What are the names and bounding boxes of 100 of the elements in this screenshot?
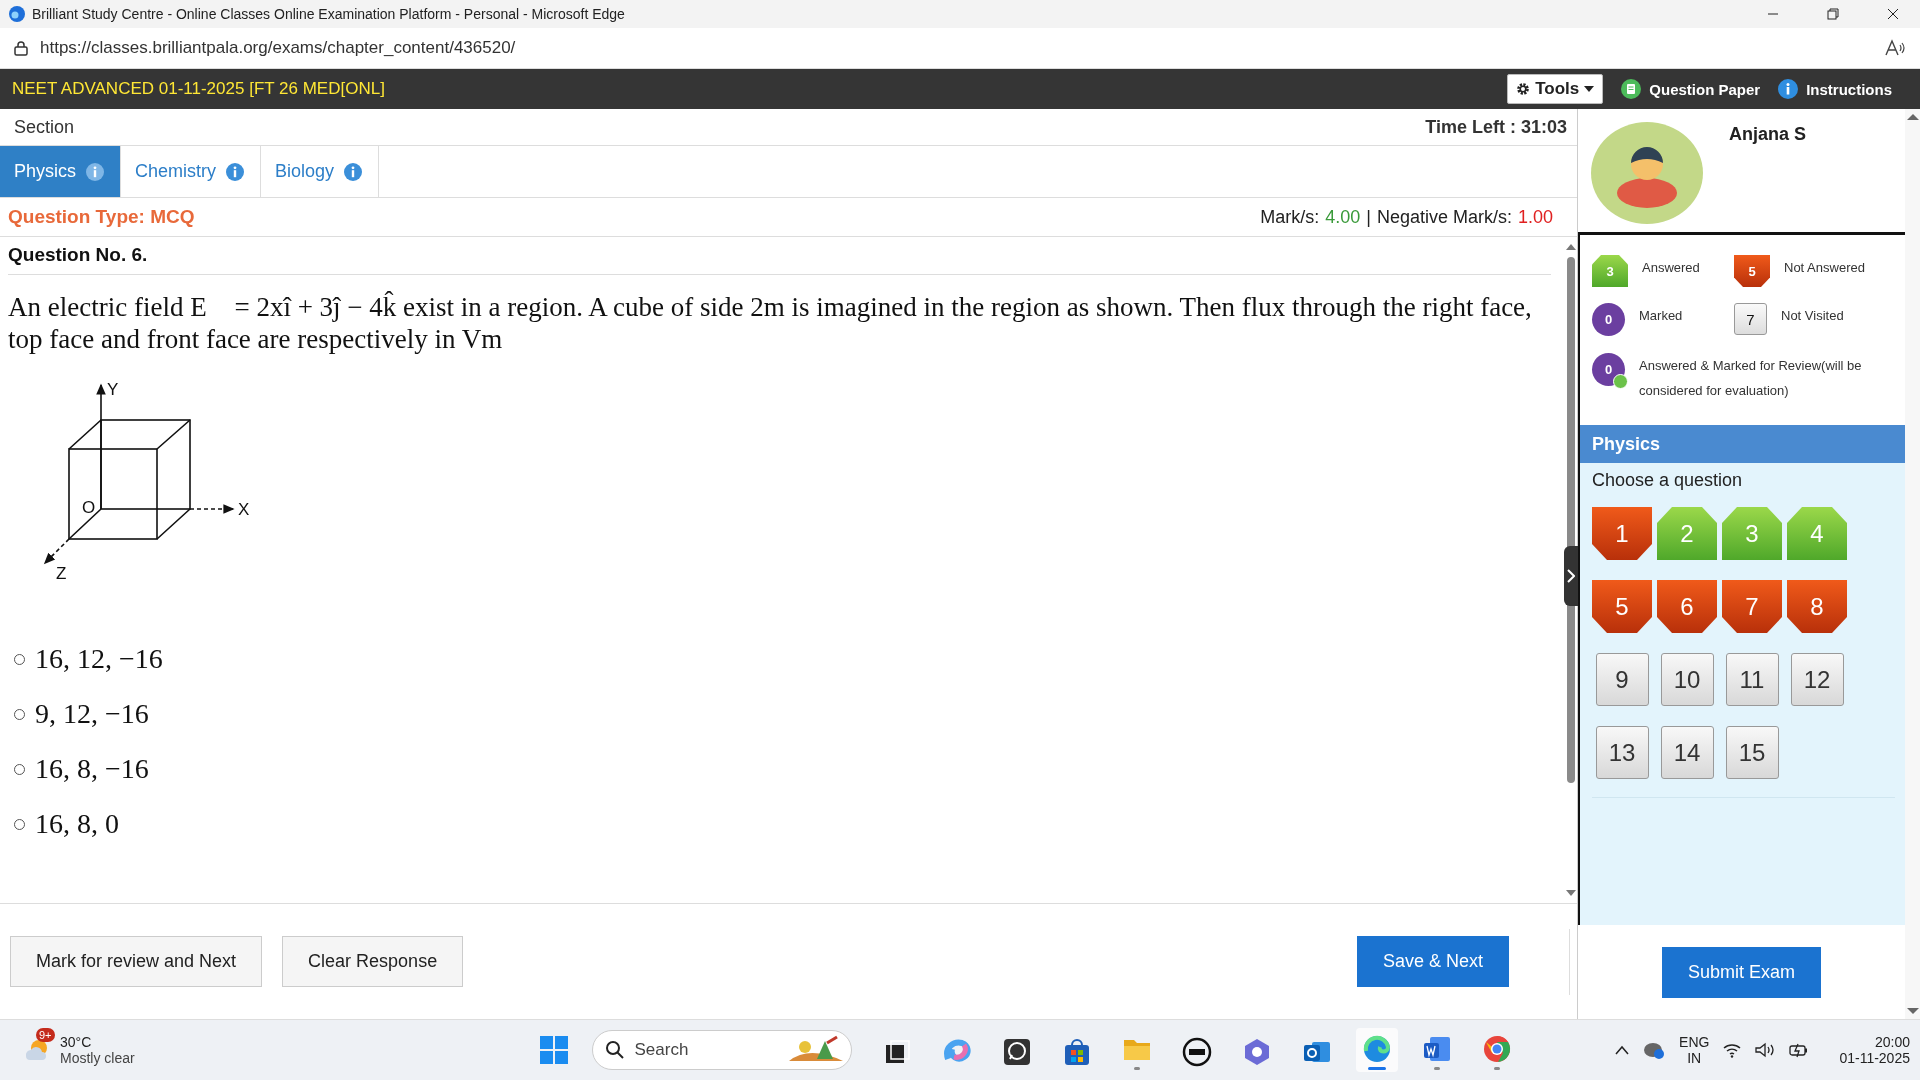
running-indicator [1367,1067,1386,1070]
browser-logo-icon [8,5,26,23]
network-badge-icon [1643,1040,1666,1060]
option-text[interactable]: 16, 8, 0 [35,808,119,840]
review-icon [1613,373,1628,389]
info-icon [226,162,245,181]
document-icon [1621,79,1642,99]
running-indicator [1493,1067,1500,1070]
temperature-text: 30°C [60,1034,93,1050]
instructions-link[interactable]: Instructions [1778,79,1892,99]
radio-button[interactable] [14,818,25,830]
question-button[interactable]: 15 [1725,726,1779,779]
browser-logo-icon [1361,1034,1392,1064]
running-indicator [1133,1067,1140,1070]
window-title: Brilliant Study Centre - Online Classes Online Examination Platform - Personal - Microsoft Edge [32,6,626,22]
question-button[interactable]: 6 [1657,580,1717,633]
question-button[interactable]: 1 [1592,507,1652,560]
question-button[interactable]: 14 [1660,726,1714,779]
info-icon [1778,79,1799,99]
question-button[interactable]: 12 [1790,653,1844,706]
legend-label: Marked [1639,307,1683,326]
radio-button[interactable] [14,708,25,720]
start-icon[interactable] [539,1036,568,1064]
lock-icon [14,40,28,56]
submit-exam-button[interactable]: Submit Exam [1661,946,1821,998]
palette-section-title: Physics [1578,425,1905,463]
running-indicator [1433,1067,1440,1070]
battery-icon [1789,1042,1810,1058]
action-button[interactable]: Clear Response [282,936,464,987]
legend-label: Not Visited [1781,307,1844,326]
legend-label: Answered [1642,259,1700,277]
candidate-name: Anjana S [1729,124,1807,145]
marks-label: Mark/s: [1260,206,1320,228]
negative-marks-label: Negative Mark/s: [1376,206,1512,228]
legend-label: Answered & Marked for Review(will be considered for evaluation) [1639,356,1863,400]
question-type: Question Type: MCQ [8,206,195,228]
marks-value: 4.00 [1325,206,1361,228]
time-text: 20:00 [1874,1034,1910,1050]
option-text[interactable]: 16, 12, −16 [35,643,163,675]
caret-icon [1584,86,1595,92]
option-text[interactable]: 9, 12, −16 [35,698,149,730]
chat-bubble-icon [1001,1037,1032,1067]
collapse-handle[interactable] [1564,546,1578,606]
axis-label: Z [56,564,67,583]
scroll-up-icon [1566,243,1576,251]
tools-button[interactable]: Tools [1507,74,1604,104]
region-text: IN [1687,1050,1702,1066]
chevron-up-icon [1615,1045,1630,1055]
read-aloud-icon[interactable] [1884,39,1906,57]
question-paper-link[interactable]: Question Paper [1621,79,1761,99]
question-button[interactable]: 13 [1595,726,1649,779]
section-tab[interactable]: Physics [0,146,121,197]
question-button[interactable]: 10 [1660,653,1714,706]
question-number: Question No. 6. [8,237,1551,275]
status-circle: 0 [1592,352,1625,386]
scroll-down-icon [1906,1007,1919,1015]
scrollbar[interactable] [1905,109,1920,1019]
radio-button[interactable] [14,763,25,775]
option-text[interactable]: 16, 8, −16 [35,753,149,785]
axis-label: X [238,500,250,519]
question-text: An electric field E⃗ = 2xî + 3ĵ − 4k̂ exist in a region. A cube of side 2m is imagined in the region as shown. Then flux through the right face, top face and front face are respectively in Vm [8,291,1533,355]
gear-icon [1516,82,1531,96]
wifi-icon [1723,1042,1742,1058]
user-avatar-icon [1590,121,1704,225]
question-button[interactable]: 5 [1592,580,1652,633]
notification-badge: 9+ [36,1027,55,1042]
origin-label: O [82,498,96,517]
section-tab[interactable]: Chemistry [121,146,262,197]
status-circle: 0 [1592,303,1625,337]
info-icon [86,162,104,181]
radio-button[interactable] [14,653,25,665]
document-icon [1421,1034,1452,1064]
language-text: ENG [1679,1034,1710,1050]
question-button[interactable]: 7 [1722,580,1782,633]
speaker-icon [1755,1042,1776,1058]
section-tab[interactable]: Biology [261,146,380,197]
exam-title: NEET ADVANCED 01-11-2025 [FT 26 MED[ONL] [12,79,385,99]
question-button[interactable]: 11 [1725,653,1779,706]
weather-text: Mostly clear [60,1050,135,1066]
negative-marks-value: 1.00 [1517,206,1553,228]
action-button[interactable]: Mark for review and Next [10,936,263,987]
section-label: Section [14,116,75,138]
scroll-up-icon [1906,113,1919,121]
question-button[interactable]: 9 [1595,653,1649,706]
info-icon [344,162,363,181]
save-next-button[interactable]: Save & Next [1356,936,1509,987]
legend-label: Not Answered [1784,259,1865,277]
url-text[interactable]: https://classes.brilliantpala.org/exams/chapter_content/436520/ [40,38,1884,58]
status-badge: 3 [1592,255,1628,287]
scroll-down-icon [1566,889,1576,897]
separator-text: | [1366,206,1371,228]
axis-label: Y [107,380,119,399]
chevron-right-icon [1567,569,1575,583]
date-text: 01-11-2025 [1839,1050,1910,1066]
time-left-text: Time Left : 31:03 [1425,116,1567,138]
status-badge: 7 [1734,303,1767,336]
question-button[interactable]: 8 [1787,580,1847,633]
search-field[interactable]: Search [591,1030,852,1070]
status-badge: 5 [1734,255,1770,287]
search-icon [604,1040,625,1060]
